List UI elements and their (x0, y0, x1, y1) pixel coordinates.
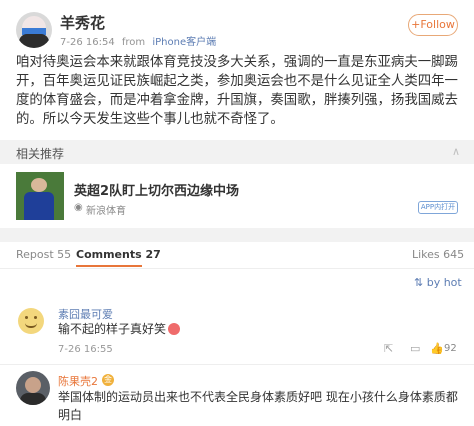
tab-likes[interactable]: Likes 645 (412, 248, 464, 261)
post-tabs: Repost 55 Comments 27 Likes 645 (0, 242, 474, 268)
post-source[interactable]: iPhone客户端 (152, 37, 216, 48)
follow-button[interactable]: +Follow (408, 14, 458, 36)
related-source: 新浪体育 (86, 206, 126, 217)
post-time: 7-26 16:54 (60, 37, 115, 48)
sort-by-hot-button[interactable]: ⇅ by hot (414, 276, 462, 289)
comment-item: 素囧最可爱 输不起的样子真好笑 7-26 16:55 ⇱ ▭ 👍 92 (0, 296, 474, 364)
laughing-emoji-icon (168, 323, 181, 335)
weibo-post: 羊秀花 7-26 16:54 from iPhone客户端 +Follow 咱对… (0, 0, 474, 140)
sort-label: by hot (426, 276, 462, 289)
comment-sort-bar: ⇅ by hot (0, 268, 474, 296)
tab-comments[interactable]: Comments 27 (76, 248, 161, 261)
news-source-icon: ◉ (74, 202, 83, 213)
commenter-name[interactable]: 陈果壳2 (58, 373, 98, 389)
from-label: from (121, 37, 146, 48)
comment-like-count: 92 (444, 343, 457, 354)
post-meta: 7-26 16:54 from iPhone客户端 (60, 33, 220, 48)
commenter-avatar[interactable] (18, 308, 44, 334)
open-in-app-badge[interactable]: APP内打开 (418, 201, 458, 214)
related-article-card[interactable]: 英超2队盯上切尔西边缘中场 ◉ 新浪体育 APP内打开 (0, 164, 474, 228)
member-badge-icon: 金 (102, 374, 114, 386)
related-thumbnail (16, 172, 64, 220)
author-avatar[interactable] (16, 12, 52, 48)
comment-item: 陈果壳2 金 举国体制的运动员出来也不代表全民身体素质好吧 现在小孩什么身体素质… (0, 364, 474, 426)
related-title: 相关推荐 (16, 147, 65, 161)
share-icon[interactable]: ⇱ (384, 342, 393, 355)
comment-text: 举国体制的运动员出来也不代表全民身体素质好吧 现在小孩什么身体素质都明白 (58, 390, 458, 422)
comment-text: 输不起的样子真好笑 (58, 320, 181, 337)
like-icon[interactable]: 👍 (430, 342, 444, 355)
related-section-header: 相关推荐 ∧ (0, 140, 474, 164)
comment-icon[interactable]: ▭ (410, 342, 420, 355)
author-name[interactable]: 羊秀花 (60, 12, 105, 33)
commenter-avatar[interactable] (16, 371, 50, 405)
chevron-up-icon[interactable]: ∧ (452, 145, 460, 158)
comment-time: 7-26 16:55 (58, 344, 113, 355)
sort-icon: ⇅ (414, 276, 424, 289)
tab-repost[interactable]: Repost 55 (16, 248, 71, 261)
comment-body: 输不起的样子真好笑 (58, 322, 167, 336)
post-body: 咱对待奥运会本来就跟体育竞技没多大关系，强调的一直是东亚病夫一脚踢开，百年奥运见… (16, 55, 458, 127)
active-tab-indicator (76, 265, 142, 267)
related-headline[interactable]: 英超2队盯上切尔西边缘中场 (74, 180, 239, 199)
